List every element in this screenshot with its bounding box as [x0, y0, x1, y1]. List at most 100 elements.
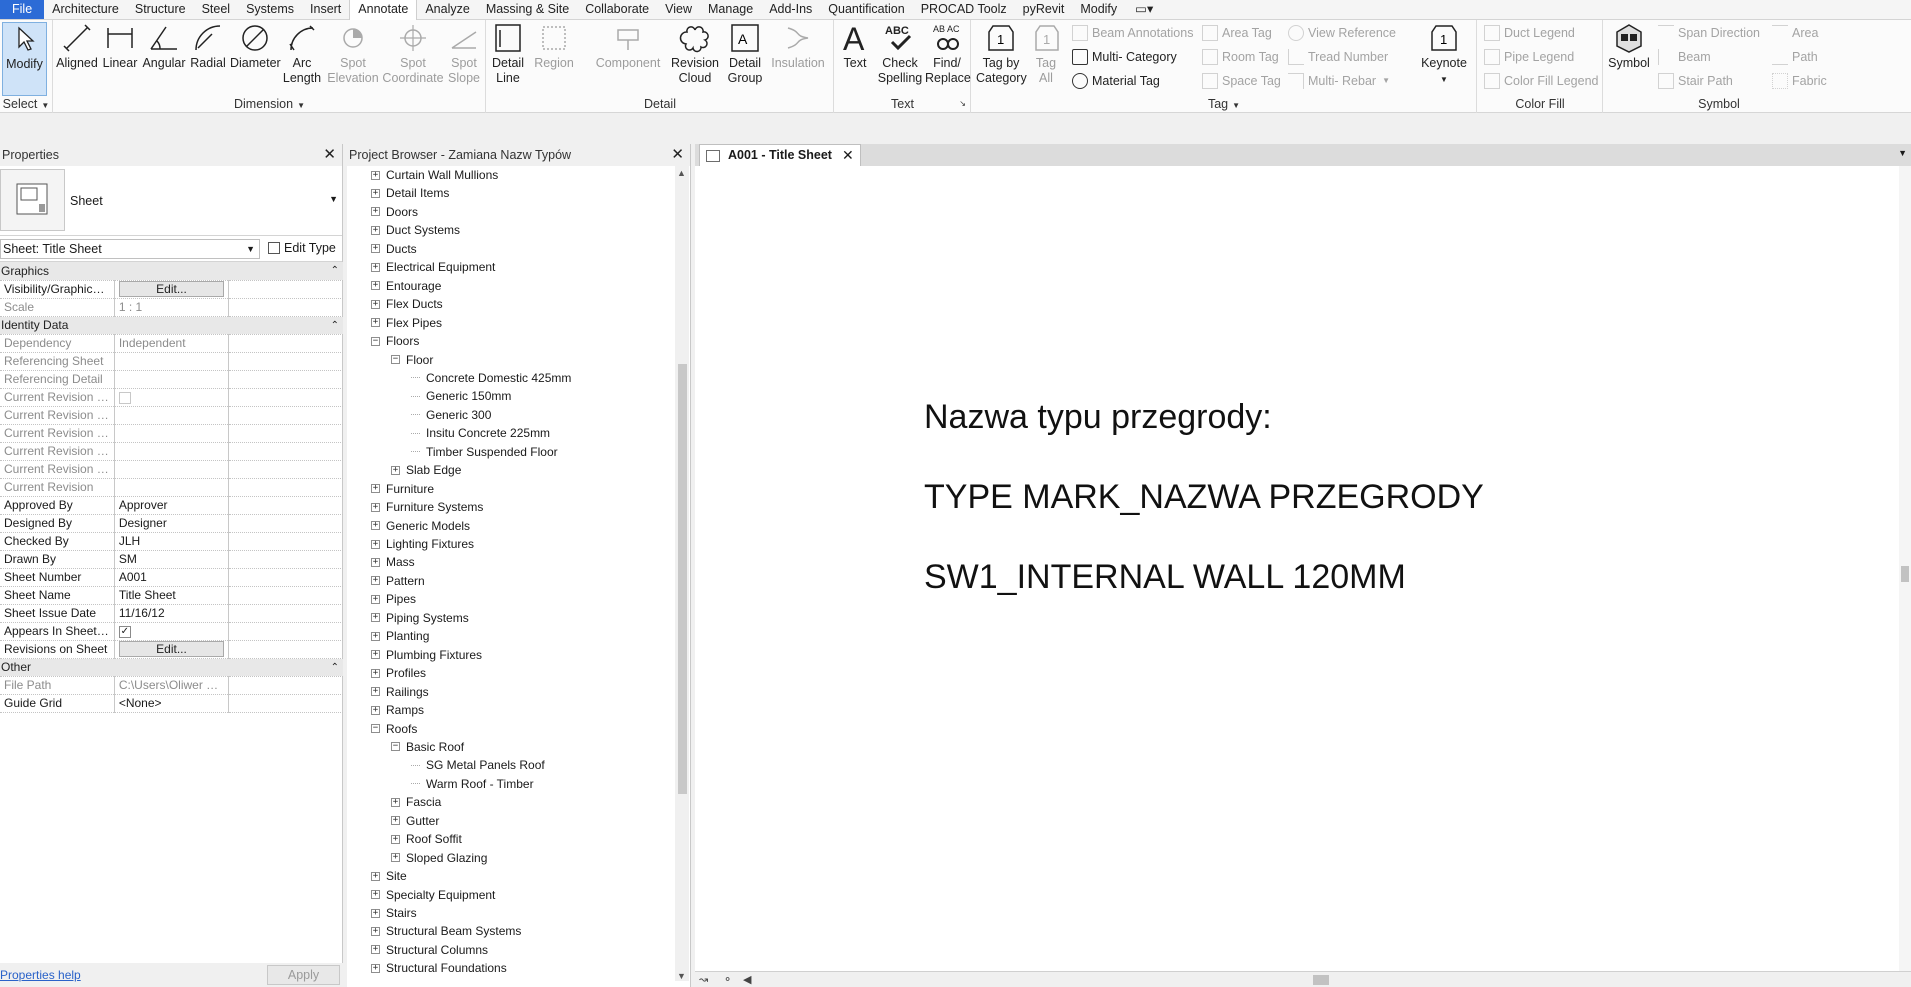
browser-tree-node[interactable]: + Generic Models	[371, 517, 470, 535]
sheet-text-line-3[interactable]: SW1_INTERNAL WALL 120MM	[924, 558, 1406, 597]
expand-plus-icon[interactable]: +	[391, 465, 400, 475]
menu-tab-structure[interactable]: Structure	[127, 0, 194, 19]
browser-tree-node[interactable]: + Flex Ducts	[371, 295, 443, 313]
browser-tree-node[interactable]: + Pipes	[371, 590, 416, 608]
checkbox-checked[interactable]: ✓	[118, 625, 131, 638]
diameter-dimension-button[interactable]: Diameter	[230, 22, 281, 71]
browser-tree-node[interactable]: + Roof Soffit	[391, 830, 462, 848]
angular-dimension-button[interactable]: Angular	[142, 22, 186, 71]
symbol-button[interactable]: Symbol	[1606, 22, 1652, 71]
collapse-minus-icon[interactable]: −	[391, 355, 400, 364]
instance-filter-dropdown[interactable]: Sheet: Title Sheet ▼	[0, 239, 260, 259]
collapse-icon[interactable]: ⌃	[228, 316, 343, 335]
revision-cloud-button[interactable]: Revision Cloud	[669, 22, 721, 86]
browser-tree-node[interactable]: −Walls	[371, 978, 415, 979]
expand-plus-icon[interactable]: +	[371, 225, 380, 235]
properties-help-link[interactable]: Properties help	[0, 968, 81, 982]
material-tag-button[interactable]: Material Tag	[1072, 70, 1160, 92]
menu-tab-steel[interactable]: Steel	[194, 0, 239, 19]
expand-plus-icon[interactable]: +	[371, 262, 380, 272]
expand-plus-icon[interactable]: +	[371, 687, 380, 697]
expand-plus-icon[interactable]: +	[371, 521, 380, 531]
menu-tab-collaborate[interactable]: Collaborate	[577, 0, 657, 19]
expand-plus-icon[interactable]: +	[371, 705, 380, 715]
browser-tree-node[interactable]: + Entourage	[371, 277, 441, 295]
room-tag-button[interactable]: Room Tag	[1202, 46, 1279, 68]
check-spelling-button[interactable]: ABC Check Spelling	[877, 22, 923, 86]
beam-symbol-button[interactable]: Beam	[1658, 46, 1711, 68]
tab-overflow-icon[interactable]: ▼	[1898, 148, 1907, 158]
browser-tree-node[interactable]: + Mass	[371, 553, 415, 571]
browser-tree-node[interactable]: + Duct Systems	[371, 221, 460, 239]
close-icon[interactable]: ✕	[323, 144, 336, 166]
type-selector[interactable]: Sheet ▼	[0, 166, 342, 236]
browser-tree-node[interactable]: + Piping Systems	[371, 609, 469, 627]
browser-tree-node[interactable]: − Roofs	[371, 720, 417, 738]
expand-plus-icon[interactable]: +	[371, 963, 380, 973]
menu-tab-pyrevit[interactable]: pyRevit	[1015, 0, 1073, 19]
component-button[interactable]: Component	[591, 22, 665, 71]
modify-button[interactable]: Modify	[2, 22, 47, 96]
menu-tab-analyze[interactable]: Analyze	[417, 0, 477, 19]
expand-plus-icon[interactable]: +	[371, 668, 380, 678]
expand-plus-icon[interactable]: +	[371, 576, 380, 586]
expand-plus-icon[interactable]: +	[371, 890, 380, 900]
property-value[interactable]: Designer	[114, 514, 230, 533]
beam-annotations-button[interactable]: Beam Annotations	[1072, 22, 1193, 44]
expand-plus-icon[interactable]: +	[371, 908, 380, 918]
text-button[interactable]: A Text	[837, 22, 873, 71]
dimension-panel-title[interactable]: Dimension ▼	[54, 96, 485, 112]
duct-legend-button[interactable]: Duct Legend	[1484, 22, 1575, 44]
menu-tab-view[interactable]: View	[657, 0, 700, 19]
scroll-down-icon[interactable]: ▼	[677, 971, 686, 981]
browser-tree-node[interactable]: + Electrical Equipment	[371, 258, 495, 276]
expand-plus-icon[interactable]: +	[371, 539, 380, 549]
expand-plus-icon[interactable]: +	[371, 557, 380, 567]
apply-button[interactable]: Apply	[267, 965, 340, 985]
browser-tree-node[interactable]: + Structural Foundations	[371, 959, 507, 977]
close-icon[interactable]: ✕	[671, 144, 684, 166]
fabric-symbol-button[interactable]: Fabric	[1772, 70, 1827, 92]
browser-tree-node[interactable]: + Furniture	[371, 480, 434, 498]
expand-plus-icon[interactable]: +	[371, 244, 380, 254]
browser-tree-node[interactable]: − Basic Roof	[391, 738, 464, 756]
menu-tab-insert[interactable]: Insert	[302, 0, 349, 19]
property-group-identity-data[interactable]: Identity Data ⌃	[0, 316, 343, 335]
browser-leaf-item[interactable]: SG Metal Panels Roof	[411, 756, 545, 774]
text-panel-title[interactable]: Text ↘	[835, 96, 970, 112]
tag-by-category-button[interactable]: 1 Tag by Category	[976, 22, 1027, 86]
property-value[interactable]: <None>	[114, 694, 230, 713]
expand-plus-icon[interactable]: +	[371, 945, 380, 955]
property-group-other[interactable]: Other ⌃	[0, 658, 343, 677]
horizontal-scrollbar-thumb[interactable]	[1313, 975, 1329, 985]
multi-rebar-button[interactable]: Multi- Rebar ▼	[1288, 70, 1390, 92]
expand-plus-icon[interactable]: +	[391, 816, 400, 826]
spot-coordinate-button[interactable]: Spot Coordinate	[382, 22, 444, 86]
menu-tab-add-ins[interactable]: Add-Ins	[761, 0, 820, 19]
browser-tree-node[interactable]: + Gutter	[391, 812, 439, 830]
scrollbar-thumb[interactable]	[1901, 566, 1909, 582]
color-fill-legend-button[interactable]: Color Fill Legend	[1484, 70, 1599, 92]
linear-dimension-button[interactable]: Linear	[100, 22, 140, 71]
browser-tree-node[interactable]: + Profiles	[371, 664, 426, 682]
browser-tree-node[interactable]: − Floors	[371, 332, 419, 350]
expand-plus-icon[interactable]: +	[391, 834, 400, 844]
sheet-view[interactable]: Nazwa typu przegrody: TYPE MARK_NAZWA PR…	[695, 166, 1895, 971]
expand-plus-icon[interactable]: +	[371, 170, 380, 180]
scroll-left-icon[interactable]: ◀	[743, 973, 751, 986]
browser-tree-node[interactable]: + Structural Columns	[371, 941, 488, 959]
menu-tab-architecture[interactable]: Architecture	[44, 0, 127, 19]
menu-tab-massing-site[interactable]: Massing & Site	[478, 0, 577, 19]
expand-plus-icon[interactable]: +	[371, 318, 380, 328]
edit-button[interactable]: Edit...	[118, 281, 225, 297]
chevron-down-icon[interactable]: ▼	[329, 194, 338, 204]
collapse-minus-icon[interactable]: −	[371, 336, 380, 346]
expand-plus-icon[interactable]: +	[371, 650, 380, 660]
property-group-graphics[interactable]: Graphics ⌃	[0, 262, 343, 281]
browser-leaf-item[interactable]: Generic 300	[411, 406, 491, 424]
spot-elevation-button[interactable]: Spot Elevation	[326, 22, 380, 86]
browser-tree-node[interactable]: + Ducts	[371, 240, 417, 258]
edit-type-button[interactable]: Edit Type	[264, 239, 340, 259]
menu-tab-systems[interactable]: Systems	[238, 0, 302, 19]
browser-scrollbar[interactable]: ▲ ▼	[675, 166, 689, 981]
